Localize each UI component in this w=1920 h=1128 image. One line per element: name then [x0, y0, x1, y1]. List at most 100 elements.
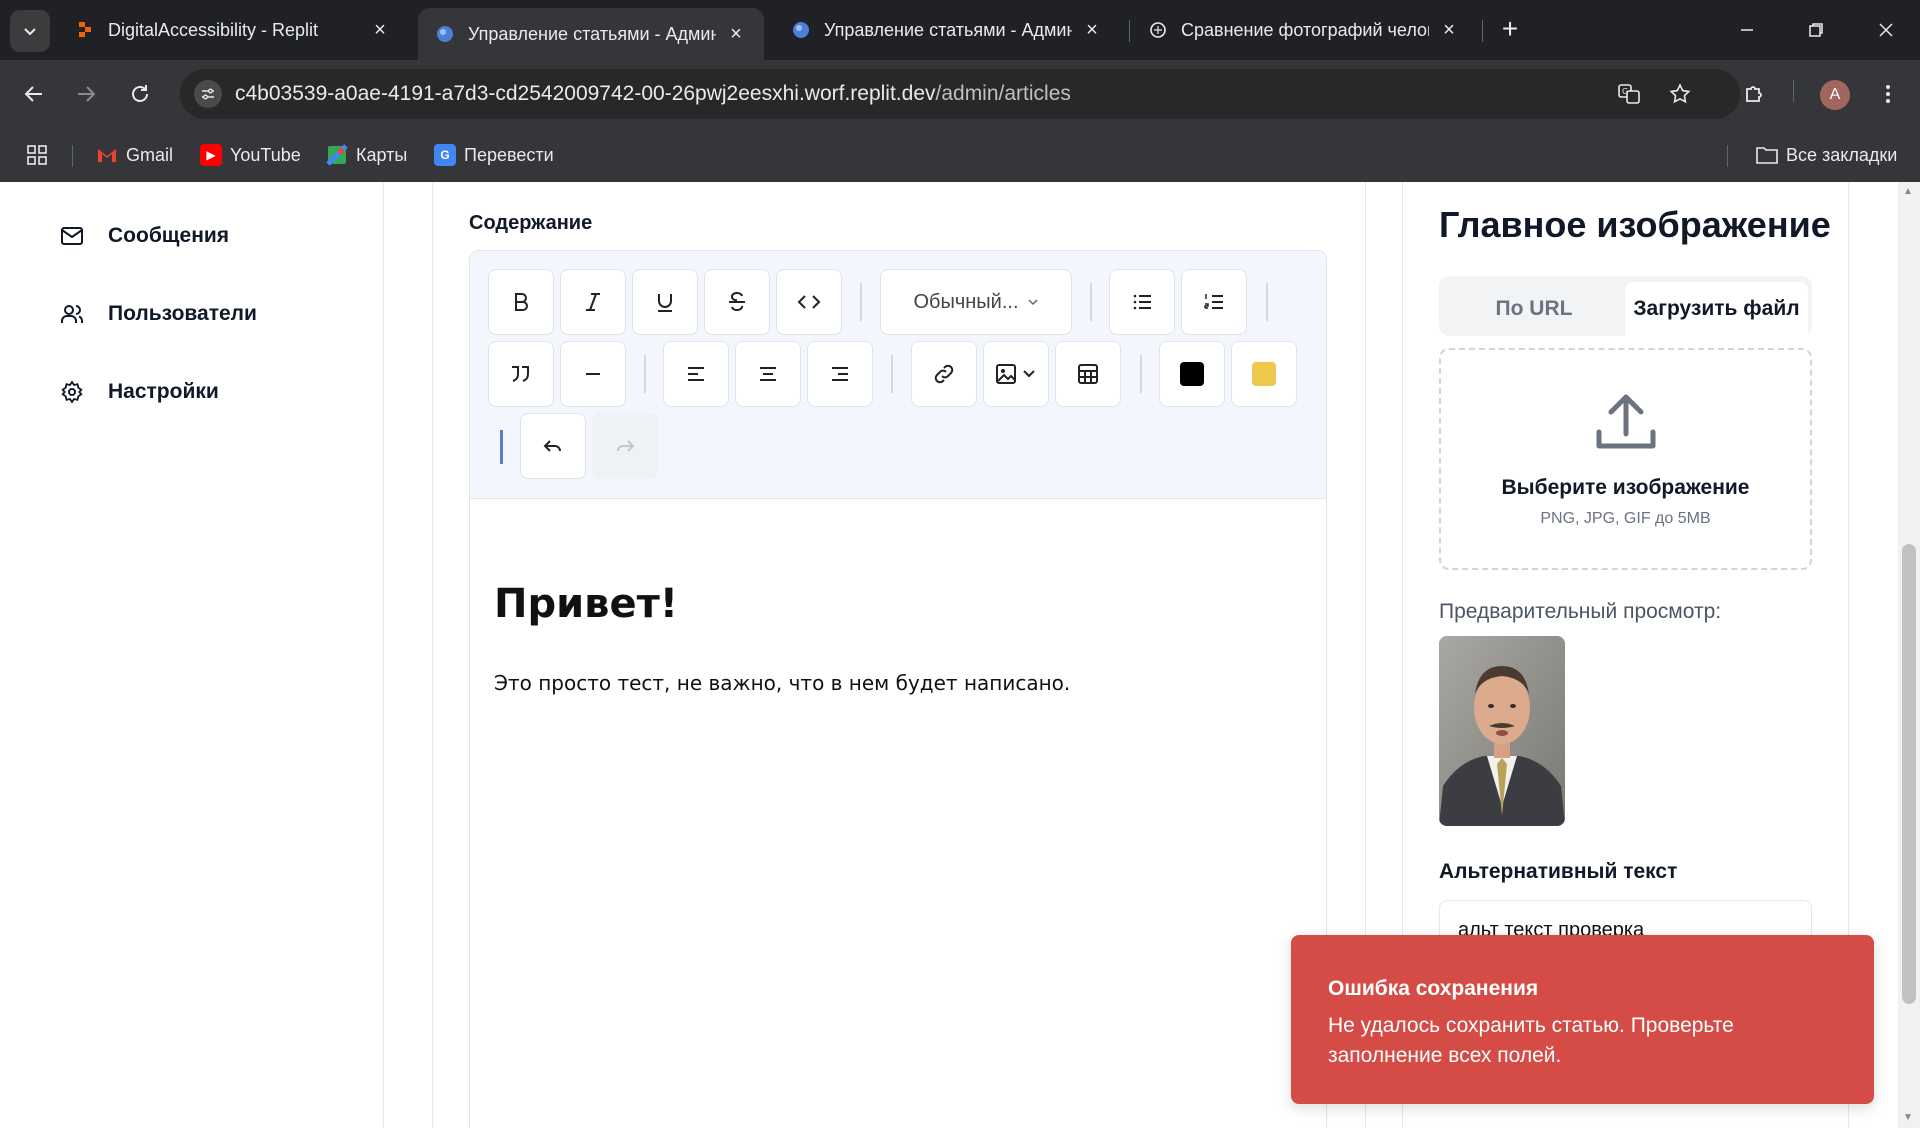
restore-icon	[1809, 23, 1823, 37]
replit-favicon-icon	[79, 22, 91, 37]
forward-button[interactable]	[66, 74, 106, 114]
tab-upload-file[interactable]: Загрузить файл	[1625, 282, 1808, 336]
upload-dropzone[interactable]: Выберите изображение PNG, JPG, GIF до 5M…	[1439, 348, 1812, 570]
close-tab-icon[interactable]: ×	[726, 23, 746, 45]
main-image-title: Главное изображение	[1439, 204, 1831, 245]
close-window-button[interactable]	[1866, 12, 1906, 48]
highlight-color-button[interactable]	[1231, 341, 1297, 407]
tab-by-url[interactable]: По URL	[1439, 282, 1629, 336]
toolbar-divider	[860, 283, 862, 321]
tab-title: Управление статьями - Админ	[824, 19, 1072, 40]
close-tab-icon[interactable]: ×	[1082, 19, 1102, 41]
tab-title: DigitalAccessibility - Replit	[108, 19, 319, 40]
rich-text-editor: Обычный... Привет! Это просто тест, не в…	[469, 250, 1327, 1128]
profile-avatar[interactable]: A	[1820, 80, 1850, 110]
horizontal-rule-button[interactable]	[560, 341, 626, 407]
text-color-button[interactable]	[1159, 341, 1225, 407]
bullet-list-button[interactable]	[1109, 269, 1175, 335]
apps-button[interactable]	[26, 141, 48, 169]
portrait-photo	[1439, 636, 1565, 826]
url-host: c4b03539-a0ae-4191-a7d3-cd2542009742-00-…	[235, 82, 936, 105]
sidebar-item-settings[interactable]: Настройки	[60, 372, 219, 412]
toolbar-divider	[644, 355, 646, 393]
tab-digitalaccessibility[interactable]: DigitalAccessibility - Replit ×	[58, 8, 408, 52]
editor-heading[interactable]: Привет!	[494, 581, 678, 627]
toolbar-divider	[891, 355, 893, 393]
insert-image-button[interactable]	[983, 341, 1049, 407]
align-left-button[interactable]	[663, 341, 729, 407]
tab-articles-active[interactable]: Управление статьями - Админ ×	[418, 8, 764, 60]
site-info-icon[interactable]	[194, 80, 222, 108]
minimize-button[interactable]	[1727, 12, 1767, 48]
text-color-swatch	[1180, 362, 1204, 386]
chevron-down-icon	[1027, 291, 1039, 314]
menu-button[interactable]	[1868, 74, 1908, 114]
address-bar[interactable]: c4b03539-a0ae-4191-a7d3-cd2542009742-00-…	[180, 69, 1740, 119]
bookmarks-bar: Gmail ▶ YouTube Карты G Перевести Все за…	[0, 129, 1920, 182]
quote-button[interactable]	[488, 341, 554, 407]
puzzle-icon	[1746, 86, 1762, 102]
underline-icon	[658, 294, 672, 312]
tab-strip: DigitalAccessibility - Replit × Управлен…	[0, 0, 1920, 60]
close-tab-icon[interactable]: ×	[370, 19, 390, 41]
editor-paragraph[interactable]: Это просто тест, не важно, что в нем буд…	[494, 671, 1070, 695]
toast-message: Не удалось сохранить статью. Проверьте з…	[1328, 1014, 1734, 1067]
extensions-button[interactable]	[1734, 74, 1774, 114]
link-button[interactable]	[911, 341, 977, 407]
svg-text:G: G	[1622, 87, 1628, 96]
new-tab-button[interactable]: +	[1495, 13, 1525, 44]
code-icon	[797, 295, 821, 309]
link-icon	[934, 364, 954, 384]
undo-button[interactable]	[520, 413, 586, 479]
italic-button[interactable]	[560, 269, 626, 335]
upload-hint: PNG, JPG, GIF до 5MB	[1540, 510, 1711, 527]
tab-photo-compare[interactable]: Сравнение фотографий челов ×	[1131, 8, 1477, 52]
arrow-right-icon	[78, 86, 96, 102]
bookmark-gmail[interactable]: Gmail	[96, 141, 173, 169]
scrollbar-thumb[interactable]	[1902, 544, 1916, 1004]
redo-button[interactable]	[592, 413, 658, 479]
maps-icon	[326, 144, 348, 166]
all-bookmarks-button[interactable]: Все закладки	[1756, 141, 1897, 169]
mail-icon	[61, 227, 83, 245]
bookmark-translate[interactable]: G Перевести	[434, 141, 554, 169]
scroll-up-icon[interactable]: ▲	[1903, 186, 1913, 197]
code-button[interactable]	[776, 269, 842, 335]
preview-label: Предварительный просмотр:	[1439, 600, 1722, 623]
bookmark-label: YouTube	[230, 144, 301, 165]
tab-search-button[interactable]	[10, 10, 50, 52]
sidebar-item-messages[interactable]: Сообщения	[60, 216, 229, 256]
reload-button[interactable]	[120, 74, 160, 114]
bold-button[interactable]	[488, 269, 554, 335]
upload-title: Выберите изображение	[1501, 476, 1750, 499]
back-button[interactable]	[14, 74, 54, 114]
table-icon	[1078, 364, 1098, 384]
numbered-list-button[interactable]	[1181, 269, 1247, 335]
folder-icon	[1756, 144, 1778, 166]
page-scrollbar[interactable]: ▲ ▼	[1898, 182, 1920, 1128]
tab-articles[interactable]: Управление статьями - Админ ×	[774, 8, 1120, 52]
translate-icon[interactable]: G	[1615, 80, 1643, 108]
bookmark-star-icon[interactable]	[1666, 80, 1694, 108]
close-tab-icon[interactable]: ×	[1439, 19, 1459, 41]
more-vertical-icon	[1886, 85, 1890, 103]
toolbar-divider	[1793, 80, 1794, 102]
tab-title: Управление статьями - Админ	[468, 23, 716, 44]
image-source-tabs: По URL Загрузить файл	[1439, 276, 1812, 336]
align-center-button[interactable]	[735, 341, 801, 407]
block-format-select[interactable]: Обычный...	[880, 269, 1072, 335]
align-right-button[interactable]	[807, 341, 873, 407]
scroll-down-icon[interactable]: ▼	[1903, 1112, 1913, 1123]
minimize-icon	[1741, 29, 1753, 31]
sidebar-item-users[interactable]: Пользователи	[60, 294, 257, 334]
bookmark-maps[interactable]: Карты	[326, 141, 407, 169]
restore-button[interactable]	[1796, 12, 1836, 48]
sidebar-item-label: Пользователи	[108, 302, 257, 325]
insert-table-button[interactable]	[1055, 341, 1121, 407]
bookmark-youtube[interactable]: ▶ YouTube	[200, 141, 301, 169]
strikethrough-button[interactable]	[704, 269, 770, 335]
upload-icon	[1593, 390, 1659, 461]
error-toast[interactable]: Ошибка сохранения Не удалось сохранить с…	[1291, 935, 1874, 1104]
strikethrough-icon	[729, 291, 745, 312]
underline-button[interactable]	[632, 269, 698, 335]
